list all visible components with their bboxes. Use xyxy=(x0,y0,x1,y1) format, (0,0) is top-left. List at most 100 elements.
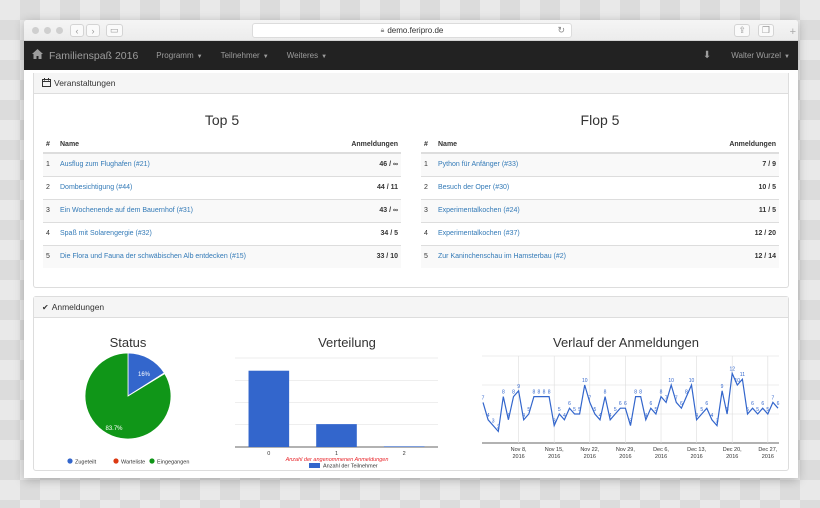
address-bar[interactable]: 🔒︎ demo.feripro.de ↻ xyxy=(252,23,572,38)
line-point[interactable] xyxy=(553,424,555,426)
event-link[interactable]: Experimentalkochen (#37) xyxy=(438,230,520,237)
line-point[interactable] xyxy=(517,390,519,392)
nav-weiteres[interactable]: Weiteres ▼ xyxy=(287,51,327,60)
line-point[interactable] xyxy=(589,401,591,403)
line-point[interactable] xyxy=(584,384,586,386)
line-point[interactable] xyxy=(578,413,580,415)
line-point[interactable] xyxy=(528,413,530,415)
legend-marker xyxy=(309,463,320,468)
line-point[interactable] xyxy=(762,407,764,409)
line-point[interactable] xyxy=(736,384,738,386)
user-menu[interactable]: Walter Wurzel ▼ xyxy=(731,51,790,60)
line-point[interactable] xyxy=(751,407,753,409)
line-point[interactable] xyxy=(599,419,601,421)
row-index: 1 xyxy=(421,152,435,176)
line-point[interactable] xyxy=(558,413,560,415)
row-count: 33 / 10 xyxy=(326,244,401,268)
line-point[interactable] xyxy=(756,413,758,415)
line-point[interactable] xyxy=(655,413,657,415)
line-point[interactable] xyxy=(614,413,616,415)
line-point[interactable] xyxy=(741,378,743,380)
line-point[interactable] xyxy=(609,419,611,421)
line-point[interactable] xyxy=(634,395,636,397)
line-point[interactable] xyxy=(548,395,550,397)
event-link[interactable]: Spaß mit Solarengergie (#32) xyxy=(60,230,152,237)
new-tab-icon[interactable]: + xyxy=(790,26,796,38)
line-point[interactable] xyxy=(543,395,545,397)
line-point[interactable] xyxy=(482,401,484,403)
bar-0[interactable] xyxy=(248,370,290,447)
line-point[interactable] xyxy=(563,419,565,421)
event-link[interactable]: Experimentalkochen (#24) xyxy=(438,207,520,214)
line-point[interactable] xyxy=(629,424,631,426)
line-point[interactable] xyxy=(695,419,697,421)
line-point[interactable] xyxy=(670,384,672,386)
line-point[interactable] xyxy=(604,395,606,397)
event-link[interactable]: Zur Kaninchenschau im Hamsterbau (#2) xyxy=(438,253,566,260)
line-point[interactable] xyxy=(639,395,641,397)
line-point[interactable] xyxy=(675,401,677,403)
point-label: 7 xyxy=(588,395,591,401)
line-point[interactable] xyxy=(619,407,621,409)
line-point[interactable] xyxy=(726,413,728,415)
line-point[interactable] xyxy=(716,424,718,426)
line-point[interactable] xyxy=(690,384,692,386)
bar-1[interactable] xyxy=(316,424,357,447)
line-point[interactable] xyxy=(645,419,647,421)
line-point[interactable] xyxy=(685,395,687,397)
line-point[interactable] xyxy=(487,419,489,421)
point-label: 9 xyxy=(517,384,520,390)
line-point[interactable] xyxy=(731,372,733,374)
line-point[interactable] xyxy=(701,413,703,415)
line-point[interactable] xyxy=(497,430,499,432)
line-point[interactable] xyxy=(522,419,524,421)
line-point[interactable] xyxy=(568,407,570,409)
line-point[interactable] xyxy=(538,395,540,397)
line-point[interactable] xyxy=(721,390,723,392)
event-link[interactable]: Die Flora und Fauna der schwäbischen Alb… xyxy=(60,253,246,260)
line-point[interactable] xyxy=(660,395,662,397)
back-icon[interactable]: ‹ xyxy=(70,24,84,37)
line-point[interactable] xyxy=(711,419,713,421)
event-link[interactable]: Ausflug zum Flughafen (#21) xyxy=(60,161,150,168)
top5-title: Top 5 xyxy=(204,112,240,128)
brand-link[interactable]: Familienspaß 2016 xyxy=(32,49,138,62)
bar-2[interactable] xyxy=(383,446,425,447)
share-icon[interactable]: ⇪ xyxy=(734,24,750,37)
line-point[interactable] xyxy=(772,401,774,403)
nav-programm[interactable]: Programm ▼ xyxy=(156,51,202,60)
line-point[interactable] xyxy=(680,407,682,409)
point-label: 5 xyxy=(700,407,703,413)
browser-window: ‹ › ▭ 🔒︎ demo.feripro.de ↻ ⇪ ❐ + Familie… xyxy=(24,20,798,478)
line-point[interactable] xyxy=(624,407,626,409)
event-link[interactable]: Besuch der Oper (#30) xyxy=(438,184,509,191)
line-point[interactable] xyxy=(594,413,596,415)
sidebar-icon[interactable]: ▭ xyxy=(106,24,123,37)
line-point[interactable] xyxy=(767,413,769,415)
nav-teilnehmer[interactable]: Teilnehmer ▼ xyxy=(221,51,269,60)
line-point[interactable] xyxy=(507,419,509,421)
event-link[interactable]: Dombesichtigung (#44) xyxy=(60,184,132,191)
panel-heading: Veranstaltungen xyxy=(34,73,788,94)
event-link[interactable]: Ein Wochenende auf dem Bauernhof (#31) xyxy=(60,207,193,214)
line-point[interactable] xyxy=(492,424,494,426)
line-point[interactable] xyxy=(512,395,514,397)
reload-icon[interactable]: ↻ xyxy=(557,25,565,36)
point-label: 5 xyxy=(594,407,597,413)
x-tick-label: 0 xyxy=(267,451,270,457)
line-point[interactable] xyxy=(650,407,652,409)
line-point[interactable] xyxy=(533,395,535,397)
line-point[interactable] xyxy=(746,413,748,415)
tabs-icon[interactable]: ❐ xyxy=(757,24,774,37)
download-icon[interactable]: ⬇︎ xyxy=(703,50,711,61)
line-point[interactable] xyxy=(573,413,575,415)
line-point[interactable] xyxy=(706,407,708,409)
event-link[interactable]: Python für Anfänger (#33) xyxy=(438,161,518,168)
close-window-button[interactable] xyxy=(32,27,39,34)
forward-icon[interactable]: › xyxy=(86,24,100,37)
line-point[interactable] xyxy=(502,395,504,397)
line-point[interactable] xyxy=(665,401,667,403)
zoom-window-button[interactable] xyxy=(56,27,63,34)
line-point[interactable] xyxy=(777,407,779,409)
minimize-window-button[interactable] xyxy=(44,27,51,34)
